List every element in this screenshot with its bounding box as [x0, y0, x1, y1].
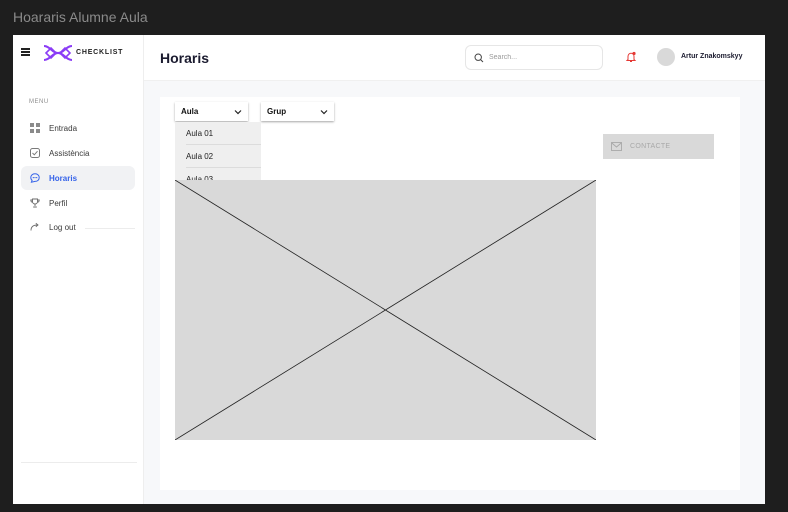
dropdown-option-aula-01[interactable]: Aula 01 — [186, 122, 261, 145]
user-name[interactable]: Artur Znakomskyy — [681, 53, 742, 60]
schedule-image-placeholder — [175, 180, 596, 440]
chat-icon — [30, 173, 40, 183]
checkbox-icon — [30, 148, 40, 158]
sidebar-item-label: Horaris — [49, 173, 78, 183]
mail-icon — [611, 142, 622, 151]
grid-icon — [30, 123, 40, 133]
chevron-down-icon — [234, 109, 242, 114]
aula-select-label: Aula — [181, 107, 199, 116]
checklist-logo-icon — [43, 45, 73, 61]
divider — [21, 462, 137, 463]
logout-icon — [30, 222, 40, 232]
sidebar-item-label: Assistència — [49, 148, 90, 158]
sidebar-item-assistencia[interactable]: Assistència — [21, 141, 135, 165]
hamburger-menu-icon[interactable] — [21, 48, 30, 56]
search-icon — [474, 52, 484, 62]
top-bar: Horaris Artur Znakomskyy — [144, 35, 765, 81]
search-box[interactable] — [465, 45, 603, 70]
sidebar: CHECKLIST MENU Entrada Assistència Horar… — [13, 35, 144, 504]
sidebar-item-logout[interactable]: Log out — [21, 215, 135, 239]
sidebar-item-entrada[interactable]: Entrada — [21, 116, 135, 140]
sidebar-item-label: Perfil — [49, 198, 68, 208]
notification-bell-icon[interactable] — [625, 51, 637, 63]
avatar[interactable] — [657, 48, 675, 66]
brand-name: CHECKLIST — [76, 49, 124, 56]
divider — [85, 228, 135, 229]
brand: CHECKLIST — [13, 35, 144, 73]
content-card: Aula Grup Aula 01 Aula 02 Aula 03 CONTAC… — [160, 97, 740, 490]
app-window: CHECKLIST MENU Entrada Assistència Horar… — [13, 35, 765, 504]
sidebar-item-horaris[interactable]: Horaris — [21, 166, 135, 190]
aula-select[interactable]: Aula — [175, 102, 248, 121]
sidebar-item-perfil[interactable]: Perfil — [21, 191, 135, 215]
sidebar-item-label: Log out — [49, 222, 76, 232]
chevron-down-icon — [320, 109, 328, 114]
dropdown-option-aula-02[interactable]: Aula 02 — [186, 145, 261, 168]
window-title: Hoararis Alumne Aula — [13, 9, 148, 25]
sidebar-item-label: Entrada — [49, 123, 78, 133]
trophy-icon — [30, 198, 40, 208]
contact-button-label: CONTACTE — [630, 143, 671, 150]
grup-select[interactable]: Grup — [261, 102, 334, 121]
grup-select-label: Grup — [267, 107, 287, 116]
menu-section-label: MENU — [29, 99, 49, 105]
page-title: Horaris — [160, 50, 210, 66]
search-input[interactable] — [489, 54, 599, 61]
contact-button[interactable]: CONTACTE — [603, 134, 714, 159]
